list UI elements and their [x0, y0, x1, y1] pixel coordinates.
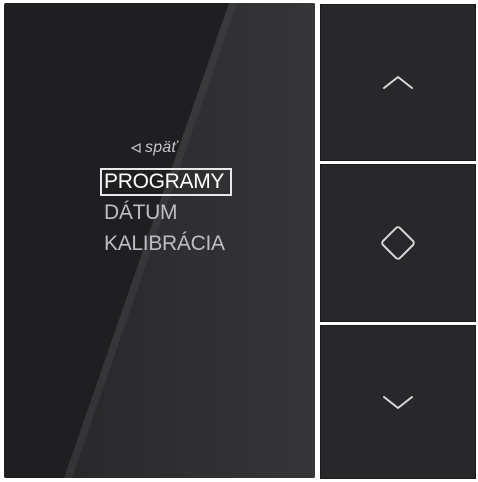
menu-item-programy[interactable]: PROGRAMY — [100, 168, 233, 196]
back-triangle-icon — [131, 143, 141, 153]
ok-button[interactable] — [320, 164, 476, 322]
diamond-select-icon — [381, 226, 415, 260]
thermostat-device: späť PROGRAMY DÁTUM KALIBRÁCIA — [0, 0, 478, 482]
chevron-down-icon — [383, 396, 413, 409]
menu-item-kalibracia[interactable]: KALIBRÁCIA — [104, 232, 225, 256]
down-button[interactable] — [320, 325, 476, 479]
menu-item-datum[interactable]: DÁTUM — [104, 201, 177, 225]
up-button[interactable] — [320, 4, 476, 161]
display-screen: späť PROGRAMY DÁTUM KALIBRÁCIA — [4, 3, 315, 478]
navigation-buttons — [320, 4, 476, 479]
back-link[interactable]: späť — [131, 139, 177, 157]
menu-item-label: KALIBRÁCIA — [104, 232, 225, 255]
chevron-up-icon — [383, 75, 413, 89]
back-label: späť — [145, 139, 178, 156]
menu-item-label: DÁTUM — [104, 201, 178, 224]
menu-item-label: PROGRAMY — [104, 170, 225, 193]
settings-menu: späť PROGRAMY DÁTUM KALIBRÁCIA — [4, 3, 315, 478]
